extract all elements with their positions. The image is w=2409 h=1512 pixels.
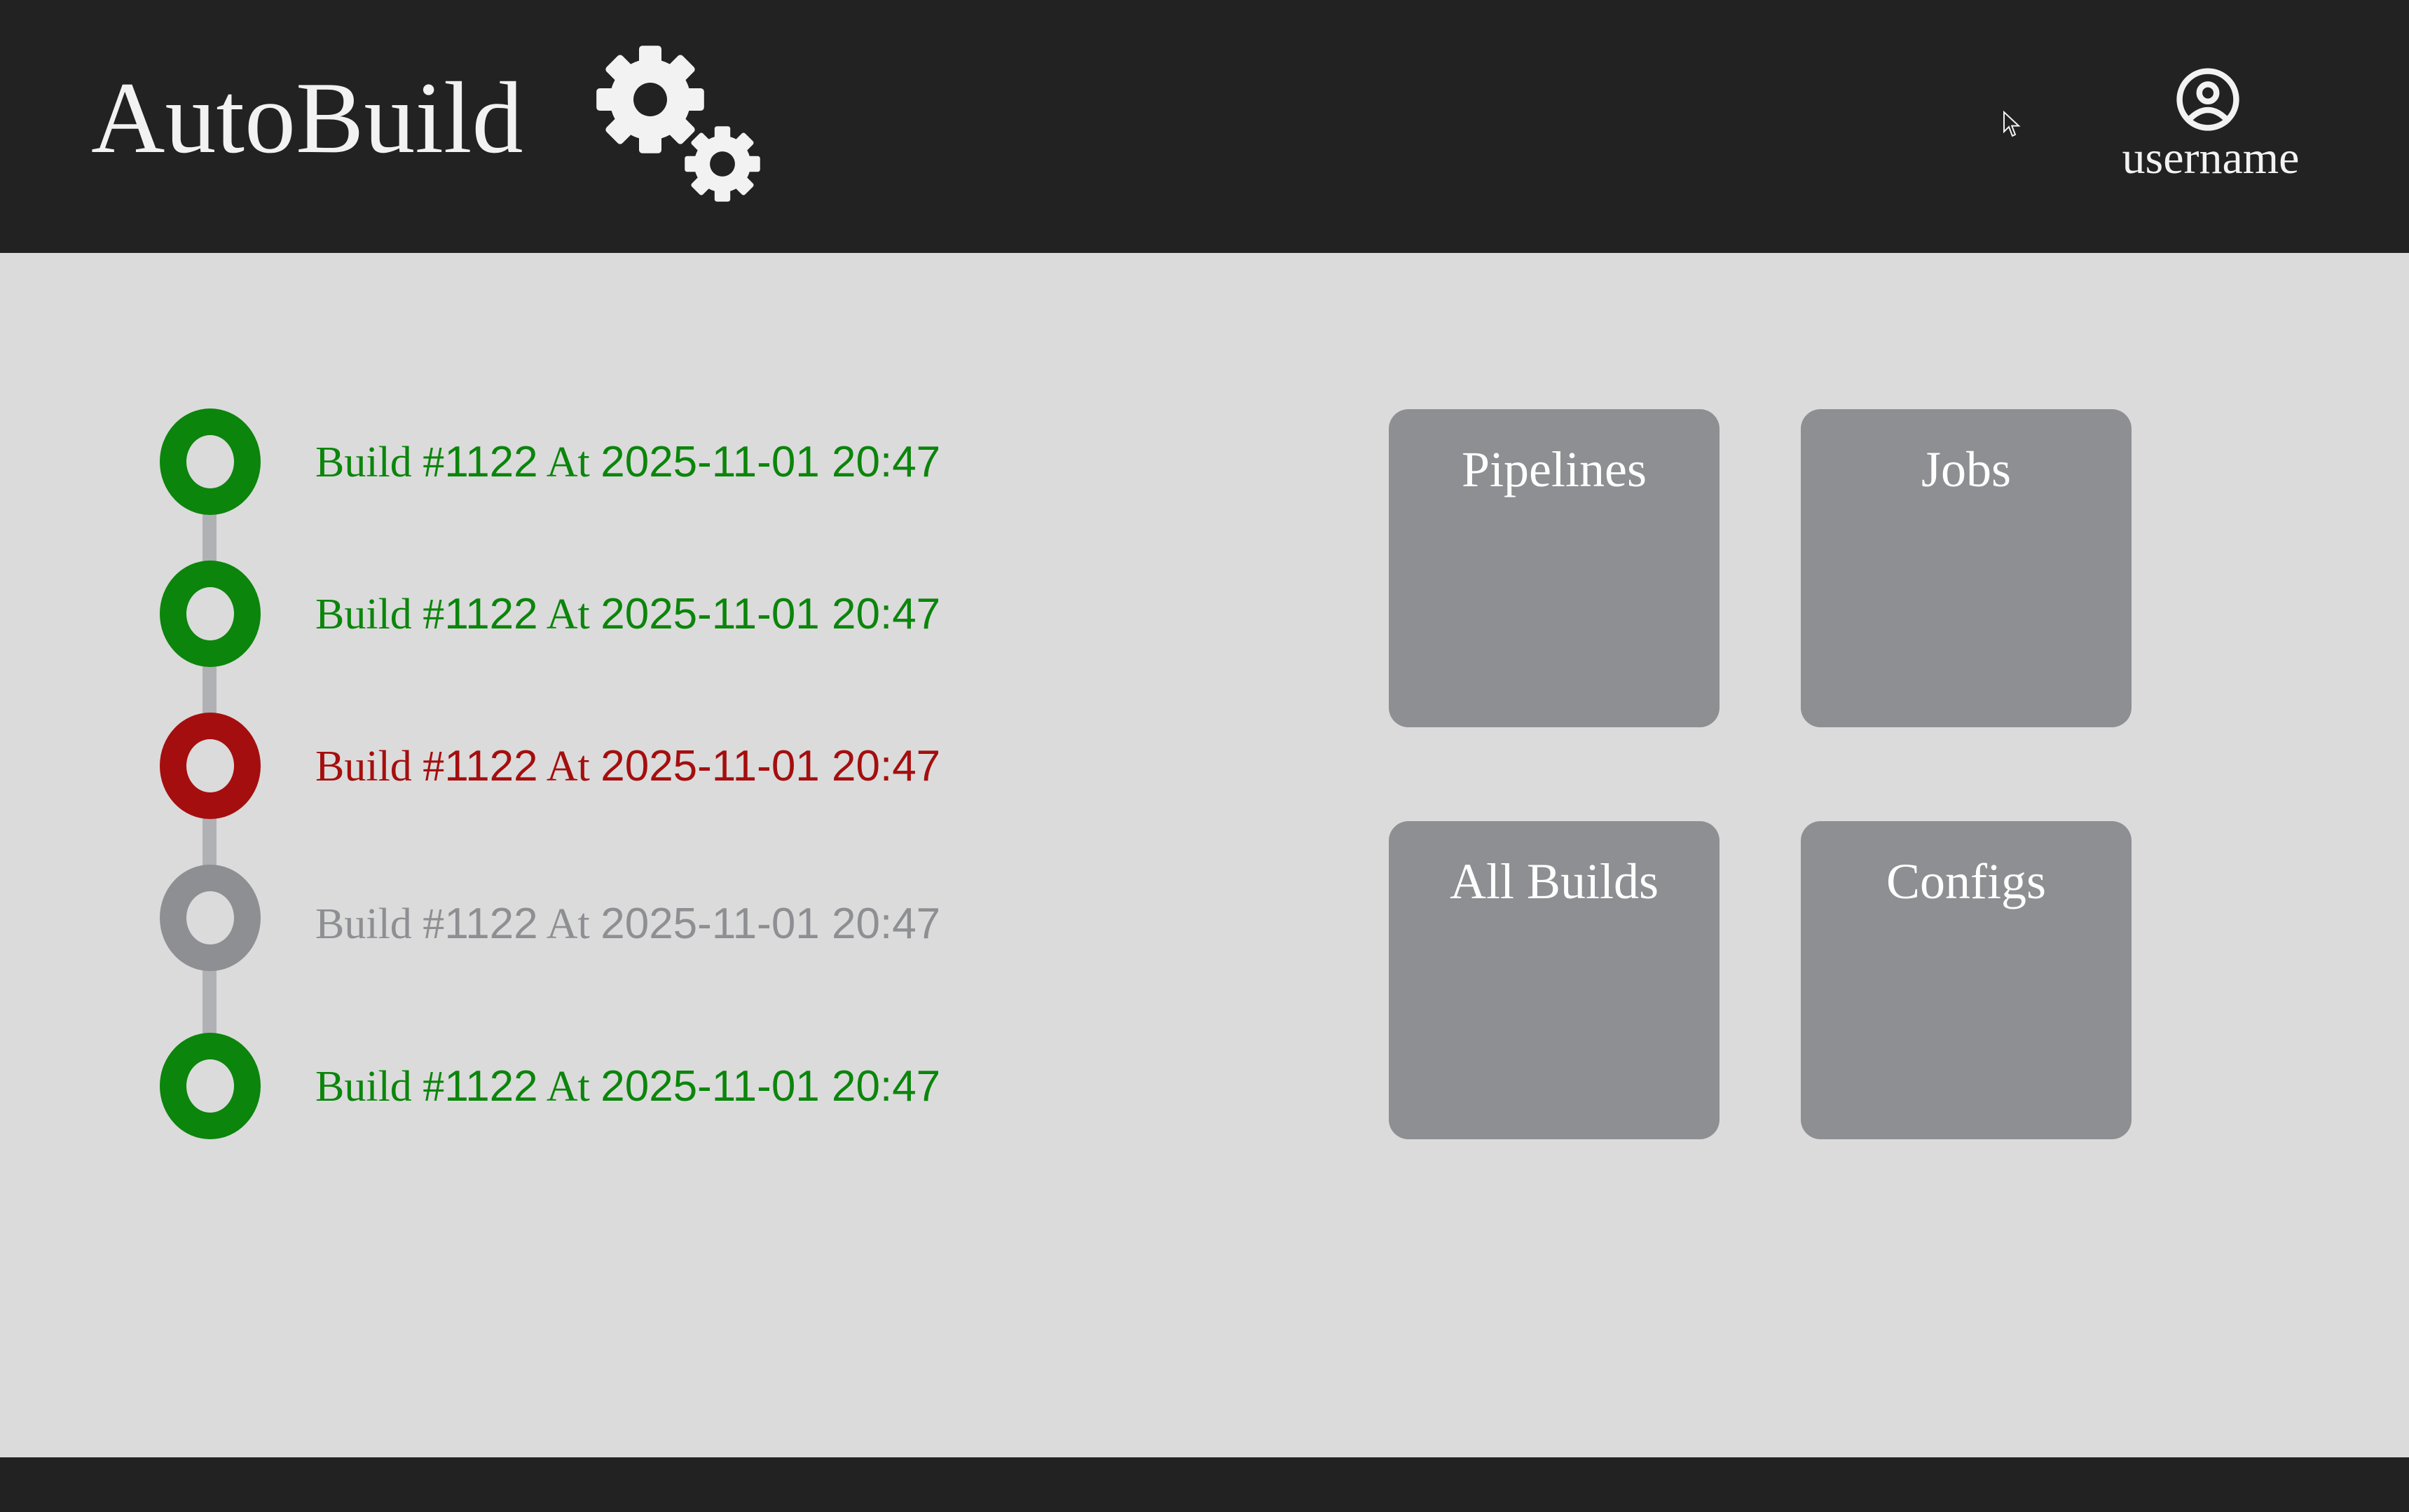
- build-item[interactable]: Build #1122 At 2025-11-01 20:47: [160, 561, 1001, 667]
- tile-pipelines[interactable]: Pipelines: [1389, 409, 1720, 727]
- build-item[interactable]: Build #1122 At 2025-11-01 20:47: [160, 408, 1001, 515]
- tile-all-builds[interactable]: All Builds: [1389, 821, 1720, 1139]
- status-success-icon: [160, 408, 261, 515]
- build-label: Build #1122 At 2025-11-01 20:47: [315, 1062, 941, 1111]
- user-circle-icon: [2176, 68, 2239, 131]
- status-failed-icon: [160, 713, 261, 819]
- build-label: Build #1122 At 2025-11-01 20:47: [315, 438, 941, 486]
- build-label: Build #1122 At 2025-11-01 20:47: [315, 742, 941, 790]
- build-item[interactable]: Build #1122 At 2025-11-01 20:47: [160, 865, 1001, 971]
- build-item[interactable]: Build #1122 At 2025-11-01 20:47: [160, 713, 1001, 819]
- mouse-cursor-icon: [2003, 111, 2021, 137]
- status-success-icon: [160, 561, 261, 667]
- tile-label: All Builds: [1449, 853, 1659, 909]
- tile-label: Pipelines: [1462, 441, 1647, 497]
- header: AutoBuild username: [0, 0, 2409, 253]
- user-menu[interactable]: username: [2102, 67, 2319, 193]
- tile-label: Configs: [1886, 853, 2047, 909]
- status-success-icon: [160, 1033, 261, 1139]
- build-label: Build #1122 At 2025-11-01 20:47: [315, 590, 941, 638]
- build-item[interactable]: Build #1122 At 2025-11-01 20:47: [160, 1033, 1001, 1139]
- tile-configs[interactable]: Configs: [1801, 821, 2132, 1139]
- gear-icon: [685, 126, 760, 202]
- tile-jobs[interactable]: Jobs: [1801, 409, 2132, 727]
- username-label: username: [2122, 132, 2300, 184]
- tile-label: Jobs: [1921, 441, 2012, 497]
- status-pending-icon: [160, 865, 261, 971]
- build-label: Build #1122 At 2025-11-01 20:47: [315, 900, 941, 948]
- footer: [0, 1457, 2409, 1512]
- app-title: AutoBuild: [91, 61, 523, 174]
